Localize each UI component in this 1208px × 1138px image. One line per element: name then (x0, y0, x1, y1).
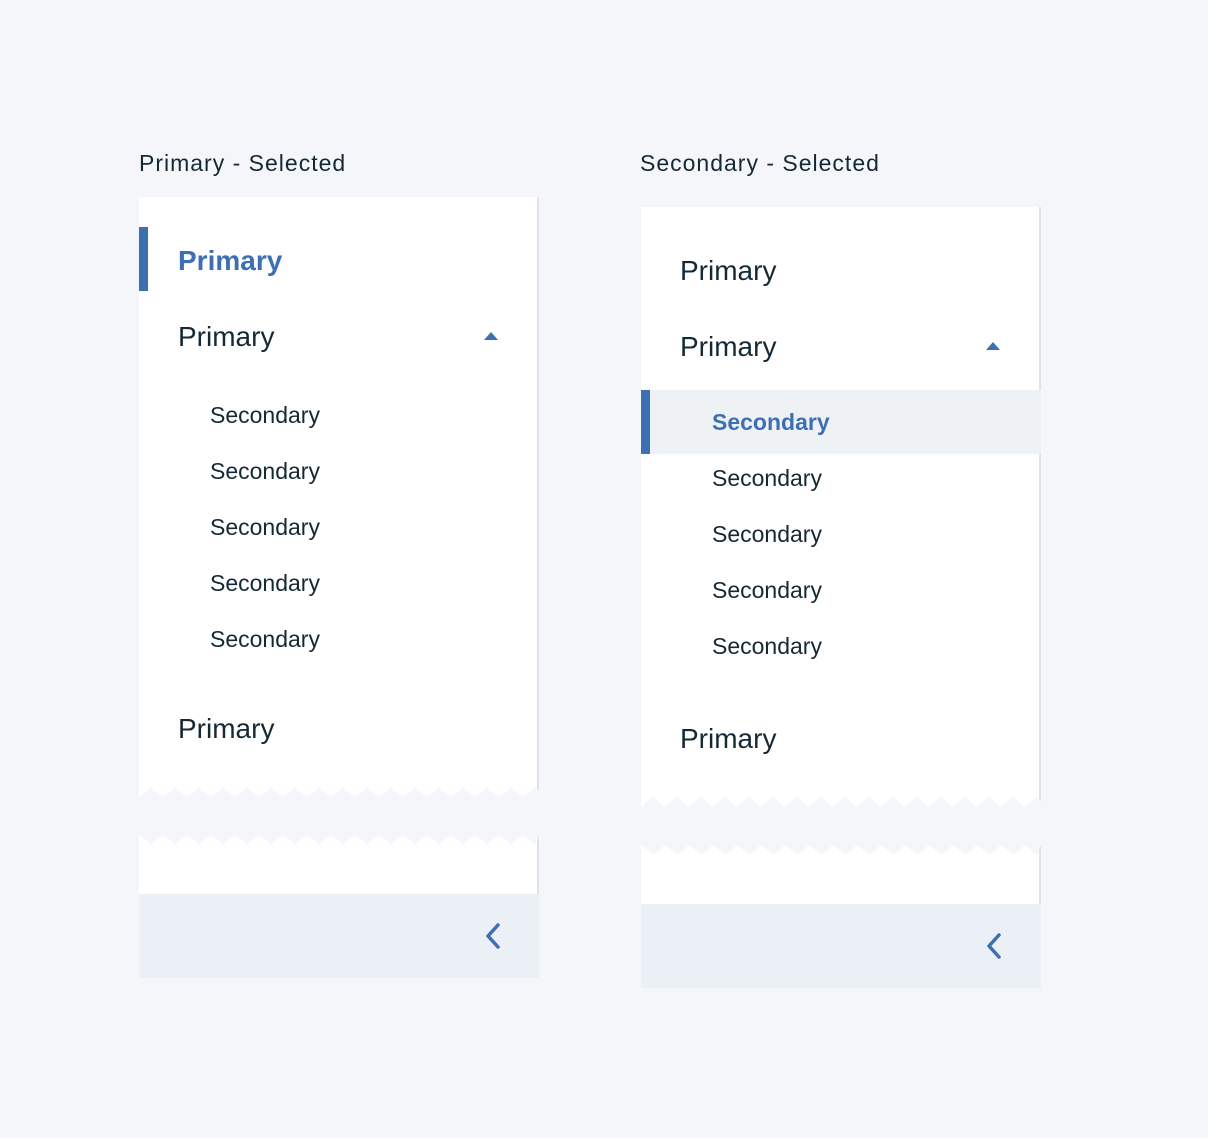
side-nav-footer-section (641, 841, 1041, 988)
nav-footer (641, 904, 1041, 988)
nav-footer (139, 894, 539, 978)
nav-primary-item-expandable[interactable]: Primary (641, 330, 1039, 364)
nav-secondary-item[interactable]: Secondary (139, 512, 537, 542)
nav-secondary-item[interactable]: Secondary (139, 568, 537, 598)
nav-primary-item-selected[interactable]: Primary (139, 244, 537, 278)
torn-edge (641, 797, 1041, 811)
nav-item-label: Secondary (210, 514, 320, 540)
chevron-left-icon (486, 923, 500, 949)
caret-up-icon (986, 342, 1000, 350)
nav-primary-item-expandable[interactable]: Primary (139, 320, 537, 354)
collapse-button[interactable] (979, 929, 1009, 963)
nav-primary-item[interactable]: Primary (641, 254, 1039, 288)
panel-title: Primary - Selected (139, 150, 347, 176)
nav-primary-item[interactable]: Primary (139, 712, 537, 746)
nav-item-label: Secondary (210, 570, 320, 596)
nav-secondary-item[interactable]: Secondary (641, 463, 1039, 493)
chevron-left-icon (987, 933, 1001, 959)
nav-item-label: Secondary (210, 626, 320, 652)
nav-item-label: Secondary (712, 521, 822, 547)
nav-secondary-item-selected[interactable]: Secondary (641, 407, 1039, 437)
nav-primary-item[interactable]: Primary (641, 722, 1039, 756)
side-nav: Primary Primary Secondary Secondary Seco… (139, 197, 539, 801)
nav-secondary-item[interactable]: Secondary (139, 400, 537, 430)
nav-item-label: Primary (178, 245, 283, 276)
nav-item-label: Primary (680, 255, 777, 286)
nav-item-label: Secondary (712, 465, 822, 491)
nav-item-label: Primary (680, 331, 777, 362)
nav-item-label: Secondary (210, 458, 320, 484)
torn-edge (139, 831, 539, 845)
nav-secondary-item[interactable]: Secondary (641, 519, 1039, 549)
nav-item-label: Primary (680, 723, 777, 754)
torn-edge (139, 787, 539, 801)
nav-secondary-item[interactable]: Secondary (139, 456, 537, 486)
nav-item-label: Secondary (712, 409, 830, 435)
panel-title: Secondary - Selected (640, 150, 880, 176)
nav-item-label: Primary (178, 713, 275, 744)
side-nav: Primary Primary Secondary Secondary Seco… (641, 207, 1041, 811)
nav-item-label: Secondary (712, 633, 822, 659)
collapse-button[interactable] (478, 919, 508, 953)
side-nav-footer-section (139, 831, 539, 978)
nav-secondary-item[interactable]: Secondary (139, 624, 537, 654)
nav-item-label: Secondary (712, 577, 822, 603)
torn-edge (641, 841, 1041, 855)
nav-item-label: Secondary (210, 402, 320, 428)
nav-item-label: Primary (178, 321, 275, 352)
nav-secondary-item[interactable]: Secondary (641, 631, 1039, 661)
caret-up-icon (484, 332, 498, 340)
nav-secondary-item[interactable]: Secondary (641, 575, 1039, 605)
